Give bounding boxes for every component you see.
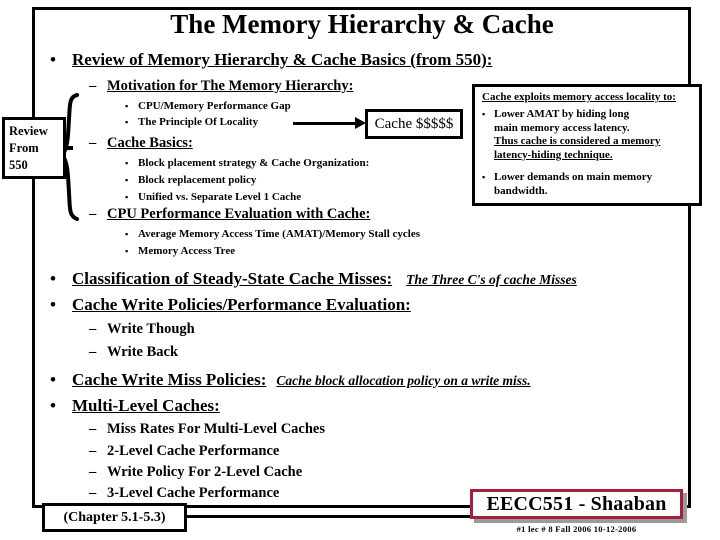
- locality-callout-item: ▪ Lower AMAT by hiding long main memory …: [482, 108, 693, 162]
- outline-item-label: Write Back: [107, 344, 179, 360]
- bullet-disc-icon: •: [50, 370, 56, 389]
- outline-item-write-back: – Write Back: [89, 344, 179, 361]
- bullet-disc-icon: •: [50, 295, 56, 314]
- slide-canvas: The Memory Hierarchy & Cache • Review of …: [0, 0, 720, 540]
- outline-item-label: Average Memory Access Time (AMAT)/Memory…: [138, 228, 421, 240]
- outline-item-label: Cache Basics:: [107, 135, 193, 151]
- bullet-square-icon: ▪: [125, 101, 129, 111]
- outline-item-classification-misses: • Classification of Steady-State Cache Mi…: [50, 269, 577, 289]
- outline-item-label: The Principle Of Locality: [138, 116, 259, 128]
- outline-item-unified-separate: ▪ Unified vs. Separate Level 1 Cache: [125, 191, 302, 203]
- bullet-square-icon: ▪: [125, 117, 129, 127]
- bullet-square-icon: ▪: [482, 172, 486, 182]
- outline-item-label: 3-Level Cache Performance: [107, 485, 280, 501]
- review-badge-line-2: From: [9, 141, 39, 155]
- outline-item-write-though: – Write Though: [89, 321, 195, 338]
- locality-callout-line: main memory access latency.: [494, 121, 630, 134]
- outline-item-cache-basics: – Cache Basics:: [89, 135, 193, 152]
- locality-callout-line: bandwidth.: [494, 184, 548, 197]
- review-badge-line-3: 550: [9, 158, 28, 172]
- bullet-dash-icon: –: [89, 321, 97, 337]
- outline-item-label: Classification of Steady-State Cache Mis…: [72, 269, 393, 288]
- chapter-connector-line: [185, 515, 485, 518]
- outline-item-label: CPU Performance Evaluation with Cache:: [107, 206, 371, 222]
- outline-item-label: Miss Rates For Multi-Level Caches: [107, 421, 325, 437]
- outline-item-label: Block replacement policy: [138, 174, 257, 186]
- outline-item-review-basics: • Review of Memory Hierarchy & Cache Basi…: [50, 50, 493, 70]
- outline-item-write-policy-2level: – Write Policy For 2-Level Cache: [89, 464, 303, 481]
- bullet-disc-icon: •: [50, 269, 56, 288]
- bullet-dash-icon: –: [89, 344, 97, 360]
- course-badge: EECC551 - Shaaban: [470, 489, 683, 519]
- outline-item-multi-level-caches: • Multi-Level Caches:: [50, 396, 220, 416]
- locality-callout-box: Cache exploits memory access locality to…: [472, 84, 702, 206]
- bullet-dash-icon: –: [89, 443, 97, 459]
- outline-item-label: Write Though: [107, 321, 195, 337]
- bullet-dash-icon: –: [89, 78, 97, 94]
- outline-item-memory-access-tree: ▪ Memory Access Tree: [125, 245, 236, 257]
- outline-item-write-miss-policies: • Cache Write Miss Policies: Cache block a…: [50, 370, 531, 390]
- review-badge-line-1: Review: [9, 124, 48, 138]
- chapter-reference-label: (Chapter 5.1-5.3): [63, 510, 166, 525]
- outline-item-cpu-perf-eval: – CPU Performance Evaluation with Cache:: [89, 206, 371, 223]
- outline-item-motivation: – Motivation for The Memory Hierarchy:: [89, 78, 354, 95]
- bullet-square-icon: ▪: [125, 246, 129, 256]
- outline-item-block-replacement: ▪ Block replacement policy: [125, 174, 257, 186]
- bullet-disc-icon: •: [50, 396, 56, 415]
- cache-dollars-label: Cache $$$$$: [374, 116, 454, 132]
- chapter-reference-box: (Chapter 5.1-5.3): [42, 503, 187, 532]
- outline-item-2level-performance: –2-Level Cache Performance: [89, 443, 280, 460]
- bullet-dash-icon: –: [89, 206, 97, 222]
- bullet-square-icon: ▪: [125, 192, 129, 202]
- outline-item-write-policies: • Cache Write Policies/Performance Evalua…: [50, 295, 411, 315]
- footer-meta-text: #1 lec # 8 Fall 2006 10-12-2006: [516, 524, 637, 534]
- bullet-dash-icon: –: [89, 421, 97, 437]
- course-badge-label: EECC551 - Shaaban: [486, 493, 667, 515]
- outline-item-block-placement: ▪ Block placement strategy & Cache Organi…: [125, 157, 370, 169]
- bullet-square-icon: ▪: [125, 229, 129, 239]
- outline-item-label: Write Policy For 2-Level Cache: [107, 464, 303, 480]
- outline-item-principle-locality: ▪ The Principle Of Locality: [125, 116, 259, 128]
- bullet-dash-icon: –: [89, 464, 97, 480]
- outline-item-3level-performance: –3-Level Cache Performance: [89, 485, 280, 502]
- outline-item-label: Cache Write Policies/Performance Evaluat…: [72, 295, 411, 314]
- locality-callout-line: Thus cache is considered a memory: [494, 135, 661, 147]
- outline-item-label: Block placement strategy & Cache Organiz…: [138, 157, 370, 169]
- cache-arrow-shaft: [293, 122, 357, 125]
- outline-item-label: Memory Access Tree: [138, 245, 236, 257]
- bullet-disc-icon: •: [50, 50, 56, 69]
- bullet-dash-icon: –: [89, 485, 97, 501]
- outline-item-miss-rates-multilevel: – Miss Rates For Multi-Level Caches: [89, 421, 325, 438]
- outline-item-note: The Three C's of cache Misses: [406, 272, 577, 287]
- locality-callout-line: Lower demands on main memory: [494, 171, 653, 183]
- locality-callout-line: latency-hiding technique.: [494, 148, 613, 161]
- outline-item-label: Cache Write Miss Policies:: [72, 370, 267, 389]
- outline-item-note: Cache block allocation policy on a write…: [276, 373, 531, 388]
- outline-item-label: Multi-Level Caches:: [72, 396, 220, 415]
- slide-title: The Memory Hierarchy & Cache: [170, 9, 554, 39]
- bullet-square-icon: ▪: [482, 109, 486, 119]
- outline-item-label: Unified vs. Separate Level 1 Cache: [138, 191, 302, 203]
- bullet-square-icon: ▪: [125, 175, 129, 185]
- bullet-dash-icon: –: [89, 135, 97, 151]
- outline-item-label: Review of Memory Hierarchy & Cache Basic…: [72, 50, 493, 69]
- cache-dollars-box: Cache $$$$$: [365, 109, 463, 139]
- outline-item-amat: ▪ Average Memory Access Time (AMAT)/Memor…: [125, 228, 421, 240]
- locality-callout-line: Lower AMAT by hiding long: [494, 108, 630, 120]
- locality-callout-heading: Cache exploits memory access locality to…: [482, 91, 676, 103]
- bullet-square-icon: ▪: [125, 158, 129, 168]
- outline-item-label: 2-Level Cache Performance: [107, 443, 280, 459]
- outline-item-label: CPU/Memory Performance Gap: [138, 100, 291, 112]
- review-from-550-badge: Review From 550: [2, 117, 66, 179]
- outline-item-label: Motivation for The Memory Hierarchy:: [107, 78, 354, 94]
- locality-callout-item: ▪ Lower demands on main memory bandwidth…: [482, 171, 693, 198]
- outline-item-cpu-mem-gap: ▪ CPU/Memory Performance Gap: [125, 100, 291, 112]
